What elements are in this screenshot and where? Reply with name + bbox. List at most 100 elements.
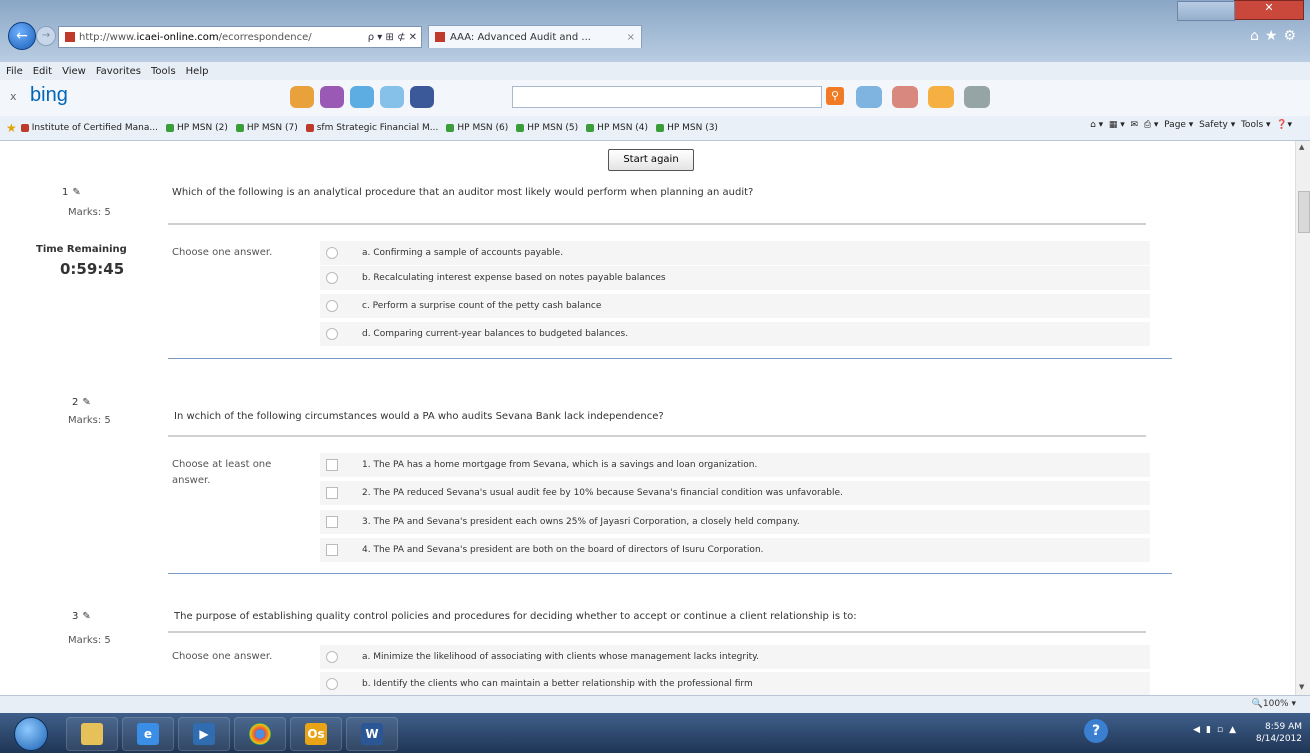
window-close-button[interactable]: ✕ (1177, 0, 1304, 21)
checkbox[interactable] (326, 459, 338, 471)
favorite-link-7[interactable]: HP MSN (4) (586, 123, 648, 133)
print-icon[interactable]: ⎙ ▾ (1144, 120, 1159, 130)
favorite-link-3[interactable]: HP MSN (7) (235, 123, 298, 133)
news-icon[interactable] (380, 86, 404, 108)
answer-option[interactable]: 3. The PA and Sevana's president each ow… (320, 510, 1150, 534)
zoom-icon: 🔍 (1251, 699, 1263, 709)
favorite-link-4[interactable]: sfm Strategic Financial M... (305, 123, 438, 133)
flag-icon[interactable]: ✎ (82, 397, 90, 408)
address-bar-controls[interactable]: ρ ▾ ⊞ ⊄ ✕ (368, 32, 421, 43)
answer-instruction: Choose one answer. (172, 651, 273, 662)
page-menu[interactable]: Page ▾ (1164, 120, 1193, 130)
answer-option[interactable]: a. Minimize the likelihood of associatin… (320, 645, 1150, 669)
checkbox[interactable] (326, 516, 338, 528)
radio-button[interactable] (326, 300, 338, 312)
bing-search-input[interactable] (512, 86, 822, 108)
address-bar[interactable]: http://www.icaei-online.com/ecorresponde… (58, 26, 422, 48)
time-remaining-label: Time Remaining (36, 244, 127, 255)
like-icon[interactable] (856, 86, 882, 108)
answer-option[interactable]: b. Recalculating interest expense based … (320, 266, 1150, 290)
translate-icon[interactable] (964, 86, 990, 108)
menu-view[interactable]: View (62, 66, 86, 77)
tab-close-icon[interactable]: × (627, 32, 641, 43)
games-icon[interactable] (320, 86, 344, 108)
taskbar-clock[interactable]: 8:59 AM 8/14/2012 (1252, 721, 1302, 745)
question-marks: Marks: 5 (68, 207, 111, 218)
tab-aaa-advanced-audit[interactable]: AAA: Advanced Audit and ... × (428, 25, 642, 48)
taskbar-explorer[interactable] (66, 717, 118, 751)
media-player-icon: ▶ (193, 723, 215, 745)
bing-logo[interactable]: bing (30, 84, 68, 107)
forward-button[interactable]: → (36, 26, 56, 46)
taskbar-internet-explorer[interactable]: e (122, 717, 174, 751)
favorite-link-5[interactable]: HP MSN (6) (446, 123, 508, 133)
mail-icon[interactable] (928, 86, 954, 108)
radio-button[interactable] (326, 328, 338, 340)
taskbar-chrome[interactable] (234, 717, 286, 751)
bing-toolbar-apps (290, 86, 434, 108)
weather-icon[interactable] (350, 86, 374, 108)
radio-button[interactable] (326, 651, 338, 663)
question-text: Which of the following is an analytical … (172, 187, 754, 198)
scroll-down-icon[interactable]: ▼ (1299, 683, 1304, 691)
menu-edit[interactable]: Edit (33, 66, 52, 77)
menu-tools[interactable]: Tools (151, 66, 176, 77)
menu-file[interactable]: File (6, 66, 23, 77)
bing-search-button[interactable]: ⚲ (826, 87, 844, 105)
help-icon[interactable]: ❓▾ (1276, 120, 1292, 130)
word-icon: W (361, 723, 383, 745)
tools-menu[interactable]: Tools ▾ (1241, 120, 1271, 130)
tray-icons[interactable]: ◀▮▫▲ (1193, 725, 1242, 735)
taskbar-media-player[interactable]: ▶ (178, 717, 230, 751)
back-button[interactable]: ← (8, 22, 36, 50)
menu-favorites[interactable]: Favorites (96, 66, 141, 77)
toolbar-close-icon[interactable]: x (10, 90, 17, 103)
menu-help[interactable]: Help (186, 66, 209, 77)
vertical-scrollbar[interactable]: ▲ ▼ (1295, 141, 1310, 695)
favorite-link-8[interactable]: HP MSN (3) (656, 123, 718, 133)
clock-date: 8/14/2012 (1255, 734, 1302, 744)
answer-option[interactable]: 1. The PA has a home mortgage from Sevan… (320, 453, 1150, 477)
zoom-level[interactable]: 🔍100% ▾ (1252, 699, 1296, 709)
gear-icon[interactable]: ⚙ (1283, 28, 1302, 44)
flag-icon[interactable]: ✎ (82, 611, 90, 622)
radio-button[interactable] (326, 678, 338, 690)
quiz-page: Start again 1 ✎ Marks: 5 Which of the fol… (0, 141, 1296, 695)
help-icon[interactable]: ? (1084, 719, 1108, 743)
favorite-link-1[interactable]: Institute of Certified Mana... (20, 123, 158, 133)
favorites-star-icon[interactable]: ★ (1265, 28, 1284, 44)
scrollbar-thumb[interactable] (1298, 191, 1310, 233)
favorites-star-icon[interactable]: ★ (6, 121, 17, 135)
answer-option[interactable]: a. Confirming a sample of accounts payab… (320, 241, 1150, 265)
favorite-link-2[interactable]: HP MSN (2) (165, 123, 228, 133)
flag-icon[interactable]: ✎ (72, 187, 80, 198)
radio-button[interactable] (326, 272, 338, 284)
window-minmax-buttons[interactable] (1177, 1, 1235, 21)
answer-option[interactable]: c. Perform a surprise count of the petty… (320, 294, 1150, 318)
radio-button[interactable] (326, 247, 338, 259)
favorite-link-6[interactable]: HP MSN (5) (516, 123, 578, 133)
checkbox[interactable] (326, 487, 338, 499)
folder-icon (81, 723, 103, 745)
taskbar-outlook[interactable]: Os (290, 717, 342, 751)
question-number: 3 ✎ (72, 611, 91, 622)
browser-top-icons[interactable]: ⌂★⚙ (1250, 28, 1302, 44)
home-icon[interactable]: ⌂ ▾ (1090, 120, 1103, 130)
scroll-up-icon[interactable]: ▲ (1299, 143, 1304, 151)
answer-option[interactable]: 4. The PA and Sevana's president are bot… (320, 538, 1150, 562)
taskbar-word[interactable]: W (346, 717, 398, 751)
answer-option[interactable]: d. Comparing current-year balances to bu… (320, 322, 1150, 346)
start-button[interactable] (14, 717, 48, 751)
answer-option[interactable]: 2. The PA reduced Sevana's usual audit f… (320, 481, 1150, 505)
feeds-icon[interactable]: ▦ ▾ (1109, 120, 1125, 130)
mail-icon[interactable]: ✉ (1131, 120, 1139, 130)
safety-menu[interactable]: Safety ▾ (1199, 120, 1235, 130)
checkbox[interactable] (326, 544, 338, 556)
highlight-icon[interactable] (892, 86, 918, 108)
home-icon[interactable]: ⌂ (1250, 28, 1265, 44)
facebook-icon[interactable] (410, 86, 434, 108)
answer-option[interactable]: b. Identify the clients who can maintain… (320, 672, 1150, 695)
start-again-button[interactable]: Start again (608, 149, 694, 171)
maps-icon[interactable] (290, 86, 314, 108)
site-favicon (65, 32, 75, 42)
